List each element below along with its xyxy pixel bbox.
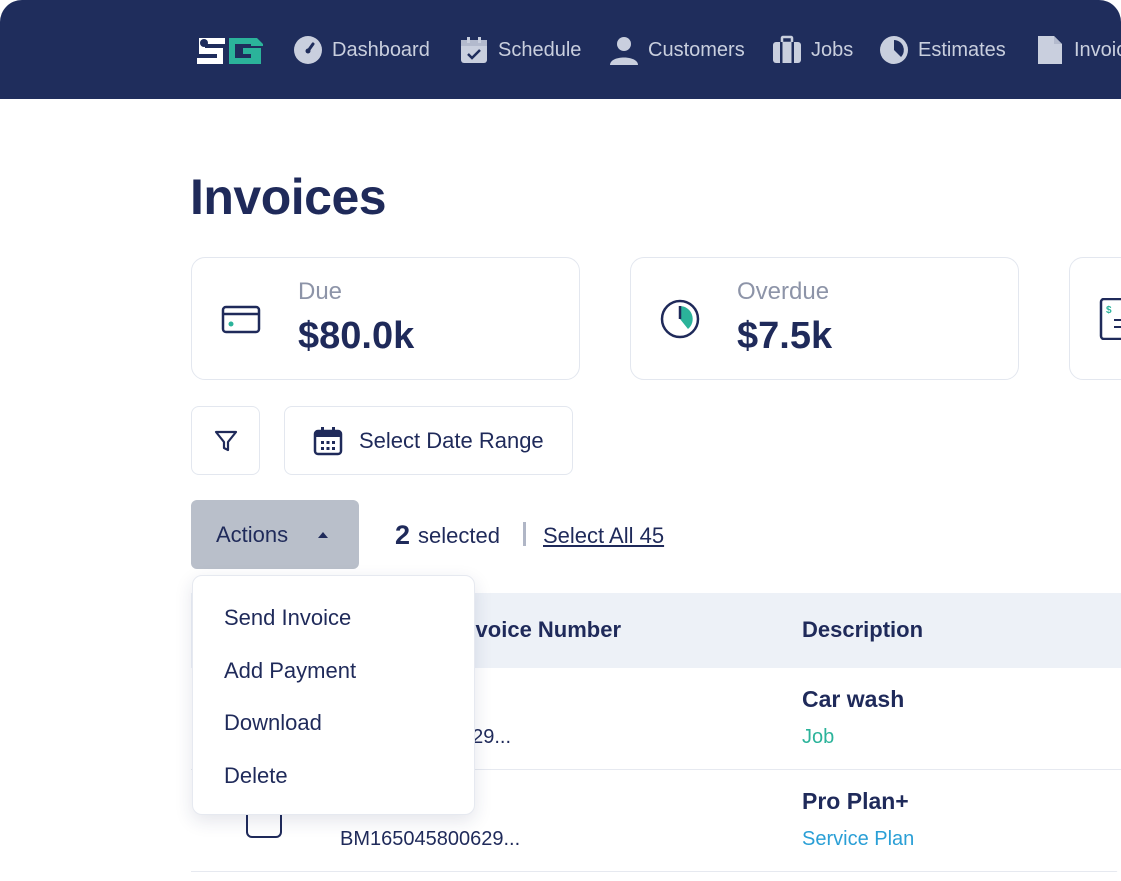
briefcase-icon: [773, 35, 801, 63]
clock-icon: [660, 299, 700, 339]
nav-label: Estimates: [918, 38, 1006, 61]
stat-value: $80.0k: [298, 315, 415, 357]
description-title: Car wash: [802, 686, 905, 712]
nav-jobs[interactable]: Jobs: [772, 32, 853, 68]
caret-up-icon: [318, 531, 329, 538]
description-title: Pro Plan+: [802, 788, 909, 814]
actions-button[interactable]: Actions: [191, 500, 359, 569]
calendar-icon: [313, 426, 343, 455]
column-header-invoice-number[interactable]: Invoice Number: [456, 617, 621, 643]
credit-card-icon: [221, 305, 261, 334]
description-type: Job: [802, 726, 835, 748]
actions-label: Actions: [216, 521, 289, 547]
invoice-number: BM165045800629...: [340, 828, 521, 850]
user-icon: [610, 37, 638, 65]
nav-customers[interactable]: Customers: [609, 32, 745, 68]
selected-text: selected: [418, 523, 500, 548]
page-title: Invoices: [190, 169, 387, 225]
top-navbar: Dashboard Schedule Customers Jobs Estima…: [0, 0, 1121, 99]
column-header-description[interactable]: Description: [802, 617, 923, 643]
stat-value: $7.5k: [737, 315, 833, 357]
date-range-label: Select Date Range: [359, 427, 544, 453]
document-icon: [1038, 36, 1062, 64]
app-window: Dashboard Schedule Customers Jobs Estima…: [0, 0, 1121, 881]
stat-card-overdue[interactable]: Overdue $7.5k: [630, 257, 1019, 380]
nav-schedule[interactable]: Schedule: [459, 32, 581, 68]
nav-invoices[interactable]: Invoices: [1035, 32, 1121, 68]
divider: [523, 522, 526, 546]
nav-estimates[interactable]: Estimates: [879, 32, 1006, 68]
nav-label: Jobs: [811, 38, 854, 61]
menu-item-add-payment[interactable]: Add Payment: [224, 658, 356, 684]
invoice-icon: $: [1099, 298, 1121, 340]
nav-label: Dashboard: [332, 38, 430, 61]
stat-label: Due: [298, 278, 343, 305]
stat-label: Overdue: [737, 278, 830, 305]
nav-dashboard[interactable]: Dashboard: [293, 32, 430, 68]
nav-label: Invoices: [1074, 38, 1121, 61]
description-type: Service Plan: [802, 828, 915, 850]
actions-menu: Send Invoice Add Payment Download Delete: [192, 575, 475, 815]
funnel-icon: [214, 430, 237, 451]
pie-icon: [880, 36, 908, 64]
gauge-icon: [294, 36, 322, 64]
filter-button[interactable]: [191, 406, 260, 475]
nav-label: Customers: [648, 38, 745, 61]
nav-label: Schedule: [498, 38, 582, 61]
sg-logo[interactable]: [195, 30, 263, 70]
select-all-link[interactable]: Select All 45: [543, 523, 664, 549]
menu-item-delete[interactable]: Delete: [224, 763, 288, 789]
svg-text:$: $: [1106, 305, 1112, 316]
stat-card-third[interactable]: $: [1069, 257, 1121, 380]
calendar-icon: [461, 37, 487, 63]
date-range-button[interactable]: Select Date Range: [284, 406, 573, 475]
selected-count: 2: [395, 520, 411, 550]
menu-item-download[interactable]: Download: [224, 710, 322, 736]
stat-card-due[interactable]: Due $80.0k: [191, 257, 580, 380]
menu-item-send-invoice[interactable]: Send Invoice: [224, 605, 351, 631]
